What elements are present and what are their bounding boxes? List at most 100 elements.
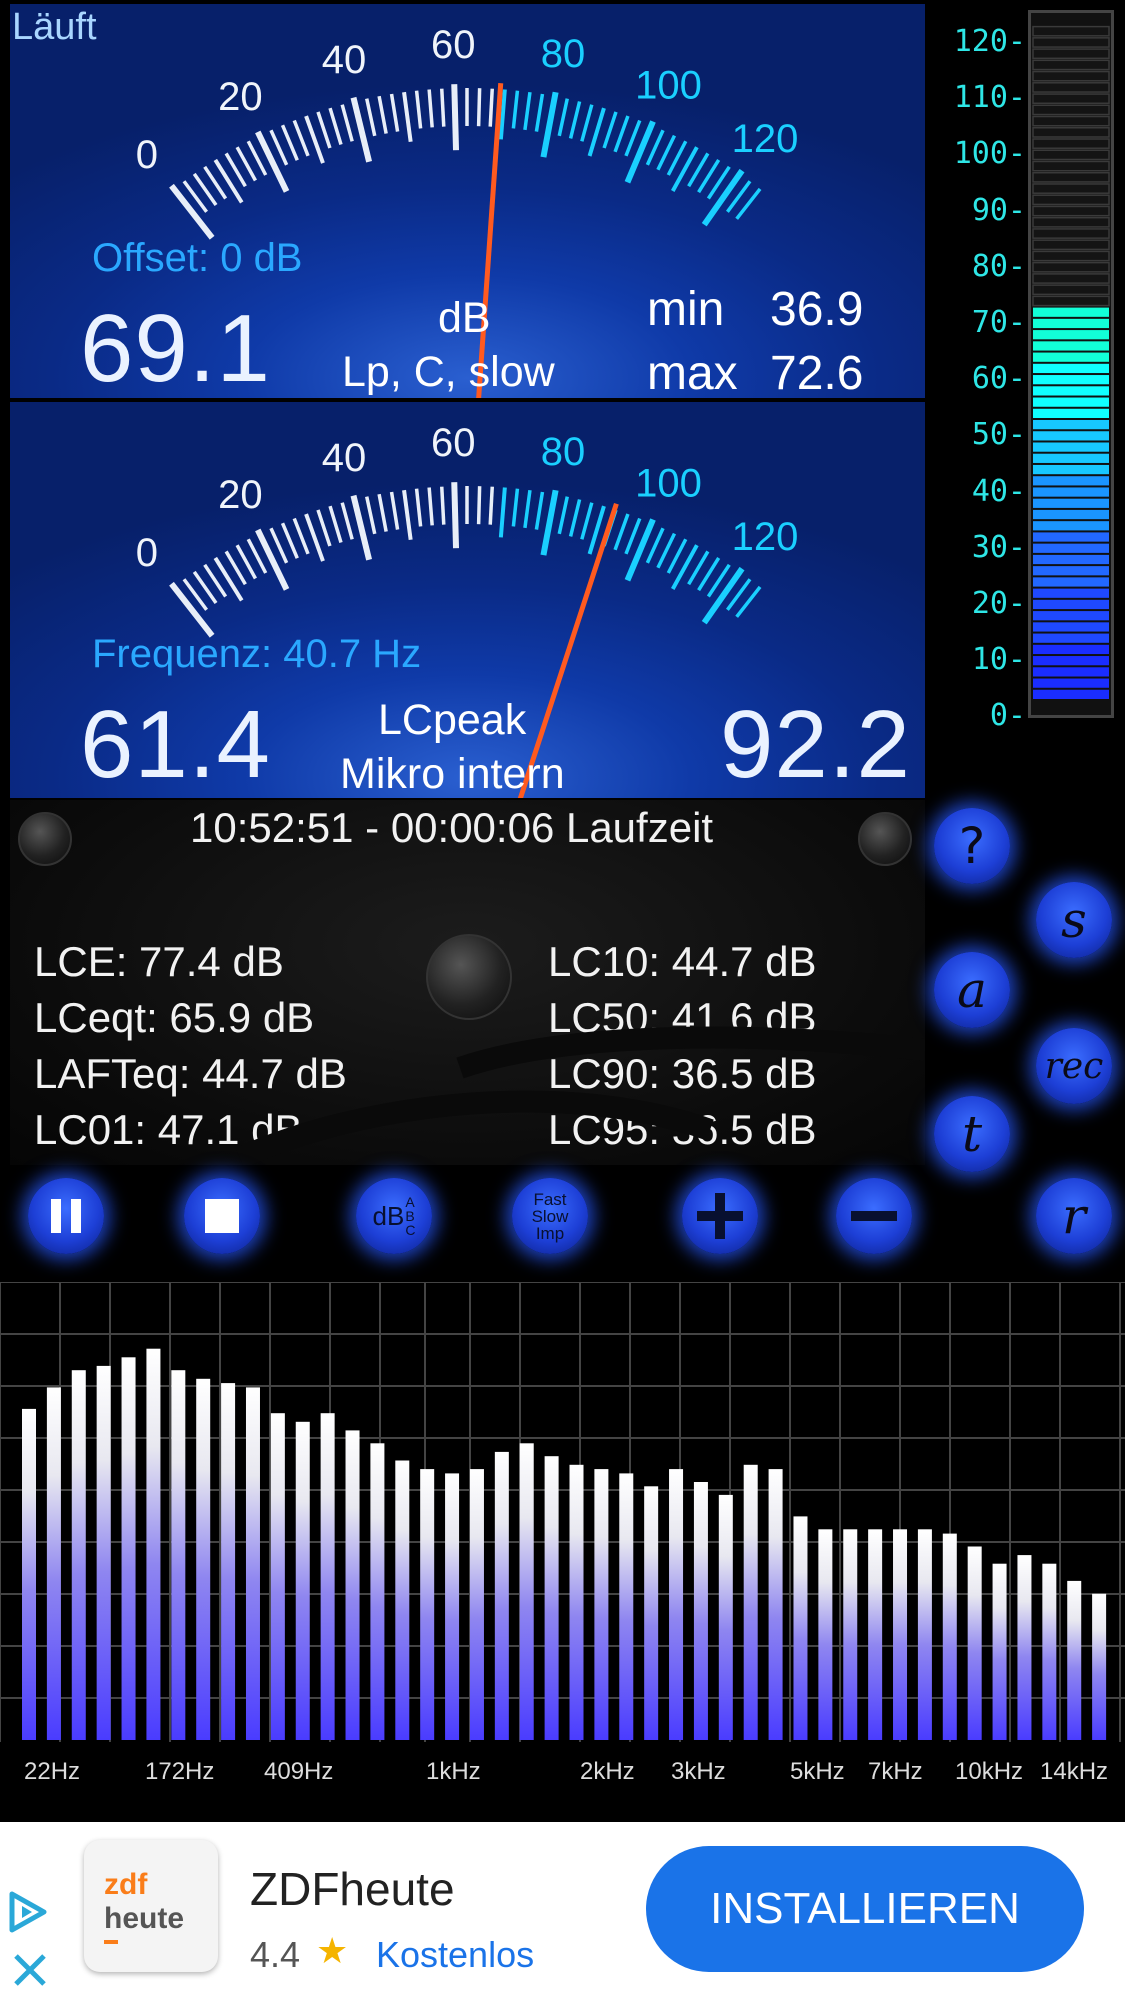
peak-meter: 0 20 40 60 80 100 120 Frequenz: 40.7 Hz 61.4 L… bbox=[10, 402, 925, 798]
scale-tick bbox=[292, 517, 310, 555]
spectrum-frequency-label: 14kHz bbox=[1040, 1758, 1109, 1785]
spectrum-bar bbox=[71, 1370, 86, 1740]
scale-tick bbox=[624, 518, 656, 582]
scale-tick bbox=[340, 502, 354, 540]
level-bar bbox=[1028, 10, 1114, 718]
level-segment bbox=[1032, 160, 1110, 172]
app-rating: 4.4 bbox=[250, 1934, 301, 1975]
scale-label: 20 bbox=[218, 75, 263, 119]
spectrum-bar bbox=[569, 1464, 584, 1740]
speed-imp: Imp bbox=[535, 1223, 565, 1243]
spectrum-bar bbox=[395, 1460, 410, 1740]
level-segment bbox=[1033, 656, 1109, 666]
spectrum-frequency-label: 10kHz bbox=[955, 1758, 1024, 1785]
scale-tick bbox=[523, 489, 532, 529]
pause-button[interactable] bbox=[28, 1178, 104, 1254]
scale-label: 100 bbox=[635, 64, 702, 108]
spectrum-bar bbox=[594, 1469, 609, 1740]
minus-button[interactable] bbox=[836, 1178, 912, 1254]
level-segment bbox=[1032, 104, 1110, 116]
level-segment bbox=[1032, 273, 1110, 284]
level-scale-label: 10- bbox=[971, 642, 1026, 678]
spectrum-bar bbox=[793, 1516, 808, 1740]
close-icon[interactable] bbox=[10, 1950, 50, 1990]
s-button[interactable]: s bbox=[1036, 882, 1112, 958]
scale-tick bbox=[568, 101, 582, 139]
rec-label: rec bbox=[1044, 1045, 1104, 1087]
stop-button[interactable] bbox=[184, 1178, 260, 1254]
spectrum-bar bbox=[893, 1529, 908, 1740]
level-segment bbox=[1032, 261, 1110, 273]
spectrum-frequency-label: 172Hz bbox=[145, 1758, 215, 1785]
scale-tick bbox=[377, 95, 388, 134]
level-segment bbox=[1033, 476, 1109, 486]
ad-choices-icon[interactable] bbox=[6, 1890, 52, 1936]
min-label: min bbox=[647, 283, 725, 336]
spectrum-bar bbox=[843, 1529, 858, 1740]
ad-banner[interactable]: zdf heute ZDFheute 4.4 ★ Kostenlos INSTA… bbox=[0, 1822, 1125, 2001]
scale-tick bbox=[414, 90, 423, 129]
scale-tick bbox=[255, 528, 290, 591]
level-segment bbox=[1032, 250, 1110, 262]
max-value: 72.6 bbox=[770, 347, 864, 398]
scale-tick bbox=[580, 104, 594, 142]
record-button[interactable]: rec bbox=[1036, 1028, 1112, 1104]
time-weighting-button[interactable]: Fast Slow Imp bbox=[512, 1178, 588, 1254]
spectrum-bar bbox=[818, 1529, 833, 1740]
a-button[interactable]: a bbox=[934, 952, 1010, 1028]
level-scale-label: 110- bbox=[953, 80, 1026, 116]
app-name[interactable]: ZDFheute bbox=[250, 1862, 455, 1916]
level-segment bbox=[1033, 588, 1109, 598]
min-value: 36.9 bbox=[770, 283, 864, 336]
peak-left-value: 61.4 bbox=[80, 691, 271, 798]
level-segment bbox=[1033, 599, 1109, 610]
weighting-b: B bbox=[405, 1208, 415, 1224]
level-segment bbox=[1033, 678, 1109, 688]
app-logo[interactable]: zdf heute bbox=[84, 1840, 218, 1972]
scale-label: 0 bbox=[136, 133, 158, 177]
scale-tick bbox=[488, 88, 494, 127]
level-segment bbox=[1033, 509, 1109, 520]
level-segment bbox=[1033, 689, 1109, 699]
spectrum-bar bbox=[445, 1473, 460, 1740]
scale-tick bbox=[350, 96, 373, 163]
scale-tick bbox=[568, 499, 582, 537]
level-segment bbox=[1032, 59, 1110, 71]
speed-slow: Slow bbox=[531, 1206, 569, 1226]
scale-tick bbox=[255, 130, 290, 193]
scale-tick bbox=[365, 98, 377, 137]
level-bar-segments bbox=[1032, 25, 1110, 699]
scale-tick bbox=[534, 491, 545, 530]
scale-tick bbox=[523, 91, 532, 131]
level-segment bbox=[1033, 498, 1109, 508]
scale-tick bbox=[587, 107, 606, 157]
weighting-button[interactable]: dB A B C bbox=[356, 1178, 432, 1254]
level-scale-label: 80- bbox=[971, 248, 1026, 284]
level-segment bbox=[1032, 205, 1110, 217]
scale-tick bbox=[511, 90, 520, 129]
help-label: ? bbox=[958, 817, 986, 875]
spectrum-bar bbox=[1067, 1580, 1082, 1740]
install-button[interactable]: INSTALLIEREN bbox=[646, 1846, 1084, 1972]
scale-tick bbox=[557, 98, 569, 137]
t-button[interactable]: t bbox=[934, 1096, 1010, 1172]
scale-tick bbox=[580, 502, 594, 540]
level-segment bbox=[1033, 566, 1109, 576]
help-button[interactable]: ? bbox=[934, 808, 1010, 884]
minus-icon bbox=[851, 1211, 897, 1221]
plus-button[interactable] bbox=[682, 1178, 758, 1254]
level-scale-label: 20- bbox=[971, 586, 1026, 621]
spectrum-bar bbox=[494, 1451, 509, 1740]
scale-tick bbox=[670, 544, 699, 590]
spectrum-bar bbox=[469, 1469, 484, 1740]
scale-tick bbox=[280, 522, 299, 559]
spectrum-bar bbox=[768, 1469, 783, 1740]
r-button[interactable]: r bbox=[1036, 1178, 1112, 1254]
level-scale-label: 0- bbox=[989, 698, 1026, 734]
level-scale-label: 100- bbox=[953, 136, 1026, 172]
app-price: Kostenlos bbox=[376, 1934, 535, 1975]
scale-tick bbox=[427, 487, 434, 526]
level-segment bbox=[1032, 82, 1110, 93]
level-segment bbox=[1032, 93, 1110, 105]
r-label: r bbox=[1062, 1187, 1086, 1245]
